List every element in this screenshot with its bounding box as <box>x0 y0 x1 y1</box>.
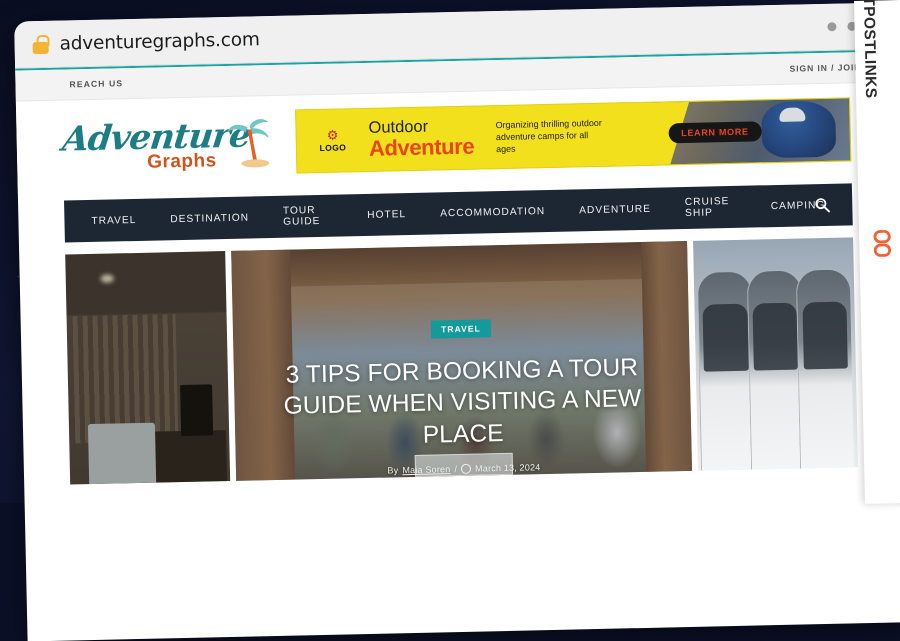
browser-window-wrapper: adventuregraphs.com REACH US SIGN IN / J… <box>14 2 900 641</box>
nav-item-travel[interactable]: TRAVEL <box>74 214 153 227</box>
lock-icon <box>32 34 50 54</box>
ad-title-line2: Adventure <box>368 133 475 161</box>
ad-logo-label: LOGO <box>319 142 347 153</box>
ad-title: Outdoor Adventure <box>368 117 475 161</box>
desk-shape <box>152 430 227 483</box>
browser-window: adventuregraphs.com REACH US SIGN IN / J… <box>14 2 900 641</box>
brand-strip-text: GUESTPOSTLINKS <box>858 0 880 99</box>
learn-more-button[interactable]: LEARN MORE <box>667 121 762 144</box>
cyclist-helmet <box>779 107 806 122</box>
nav-item-hotel[interactable]: HOTEL <box>350 208 423 221</box>
ceiling-light <box>100 274 115 283</box>
nav-item-cruise-ship[interactable]: CRUISE SHIP <box>668 196 754 220</box>
site-header: Adventure Graphs ⚙ LOGO Outdoor Adventur… <box>15 82 898 194</box>
search-icon[interactable] <box>814 197 830 213</box>
reach-us-link[interactable]: REACH US <box>69 78 123 89</box>
gear-icon: ⚙ <box>326 127 339 143</box>
site-logo[interactable]: Adventure Graphs <box>60 111 278 178</box>
chain-link-icon <box>873 230 891 257</box>
window-dot-1[interactable] <box>827 22 837 32</box>
category-badge-travel[interactable]: TRAVEL <box>430 319 491 339</box>
hero-featured-post[interactable]: TRAVEL 3 TIPS FOR BOOKING A TOUR GUIDE W… <box>231 240 693 481</box>
ad-tagline: Organizing thrilling outdoor adventure c… <box>495 117 602 155</box>
logo-secondary-text: Graphs <box>146 150 217 173</box>
nav-item-destination[interactable]: DESTINATION <box>153 212 266 225</box>
nav-item-accommodation[interactable]: ACCOMMODATION <box>423 205 562 219</box>
bus-3 <box>796 269 855 469</box>
hero-caption-box <box>414 452 514 477</box>
tour-bus-thumbnail[interactable] <box>693 237 859 471</box>
byline-prefix: By <box>387 465 399 476</box>
sign-in-join-link[interactable]: SIGN IN / JOIN <box>789 62 861 74</box>
address-bar-url[interactable]: adventuregraphs.com <box>59 29 260 54</box>
bus-1 <box>696 271 756 471</box>
featured-posts-row: TRAVEL 3 TIPS FOR BOOKING A TOUR GUIDE W… <box>65 237 859 485</box>
palm-tree-icon <box>227 119 270 168</box>
monitor-shape <box>180 384 214 437</box>
nav-item-tour-guide[interactable]: TOUR GUIDE <box>266 204 351 228</box>
ad-logo: ⚙ LOGO <box>305 128 362 153</box>
nav-item-adventure[interactable]: ADVENTURE <box>562 203 668 216</box>
ad-banner[interactable]: ⚙ LOGO Outdoor Adventure Organizing thri… <box>295 97 852 174</box>
main-navigation: TRAVEL DESTINATION TOUR GUIDE HOTEL ACCO… <box>64 183 853 243</box>
hero-title[interactable]: 3 TIPS FOR BOOKING A TOUR GUIDE WHEN VIS… <box>262 352 664 455</box>
hotel-room-thumbnail[interactable] <box>65 251 231 485</box>
